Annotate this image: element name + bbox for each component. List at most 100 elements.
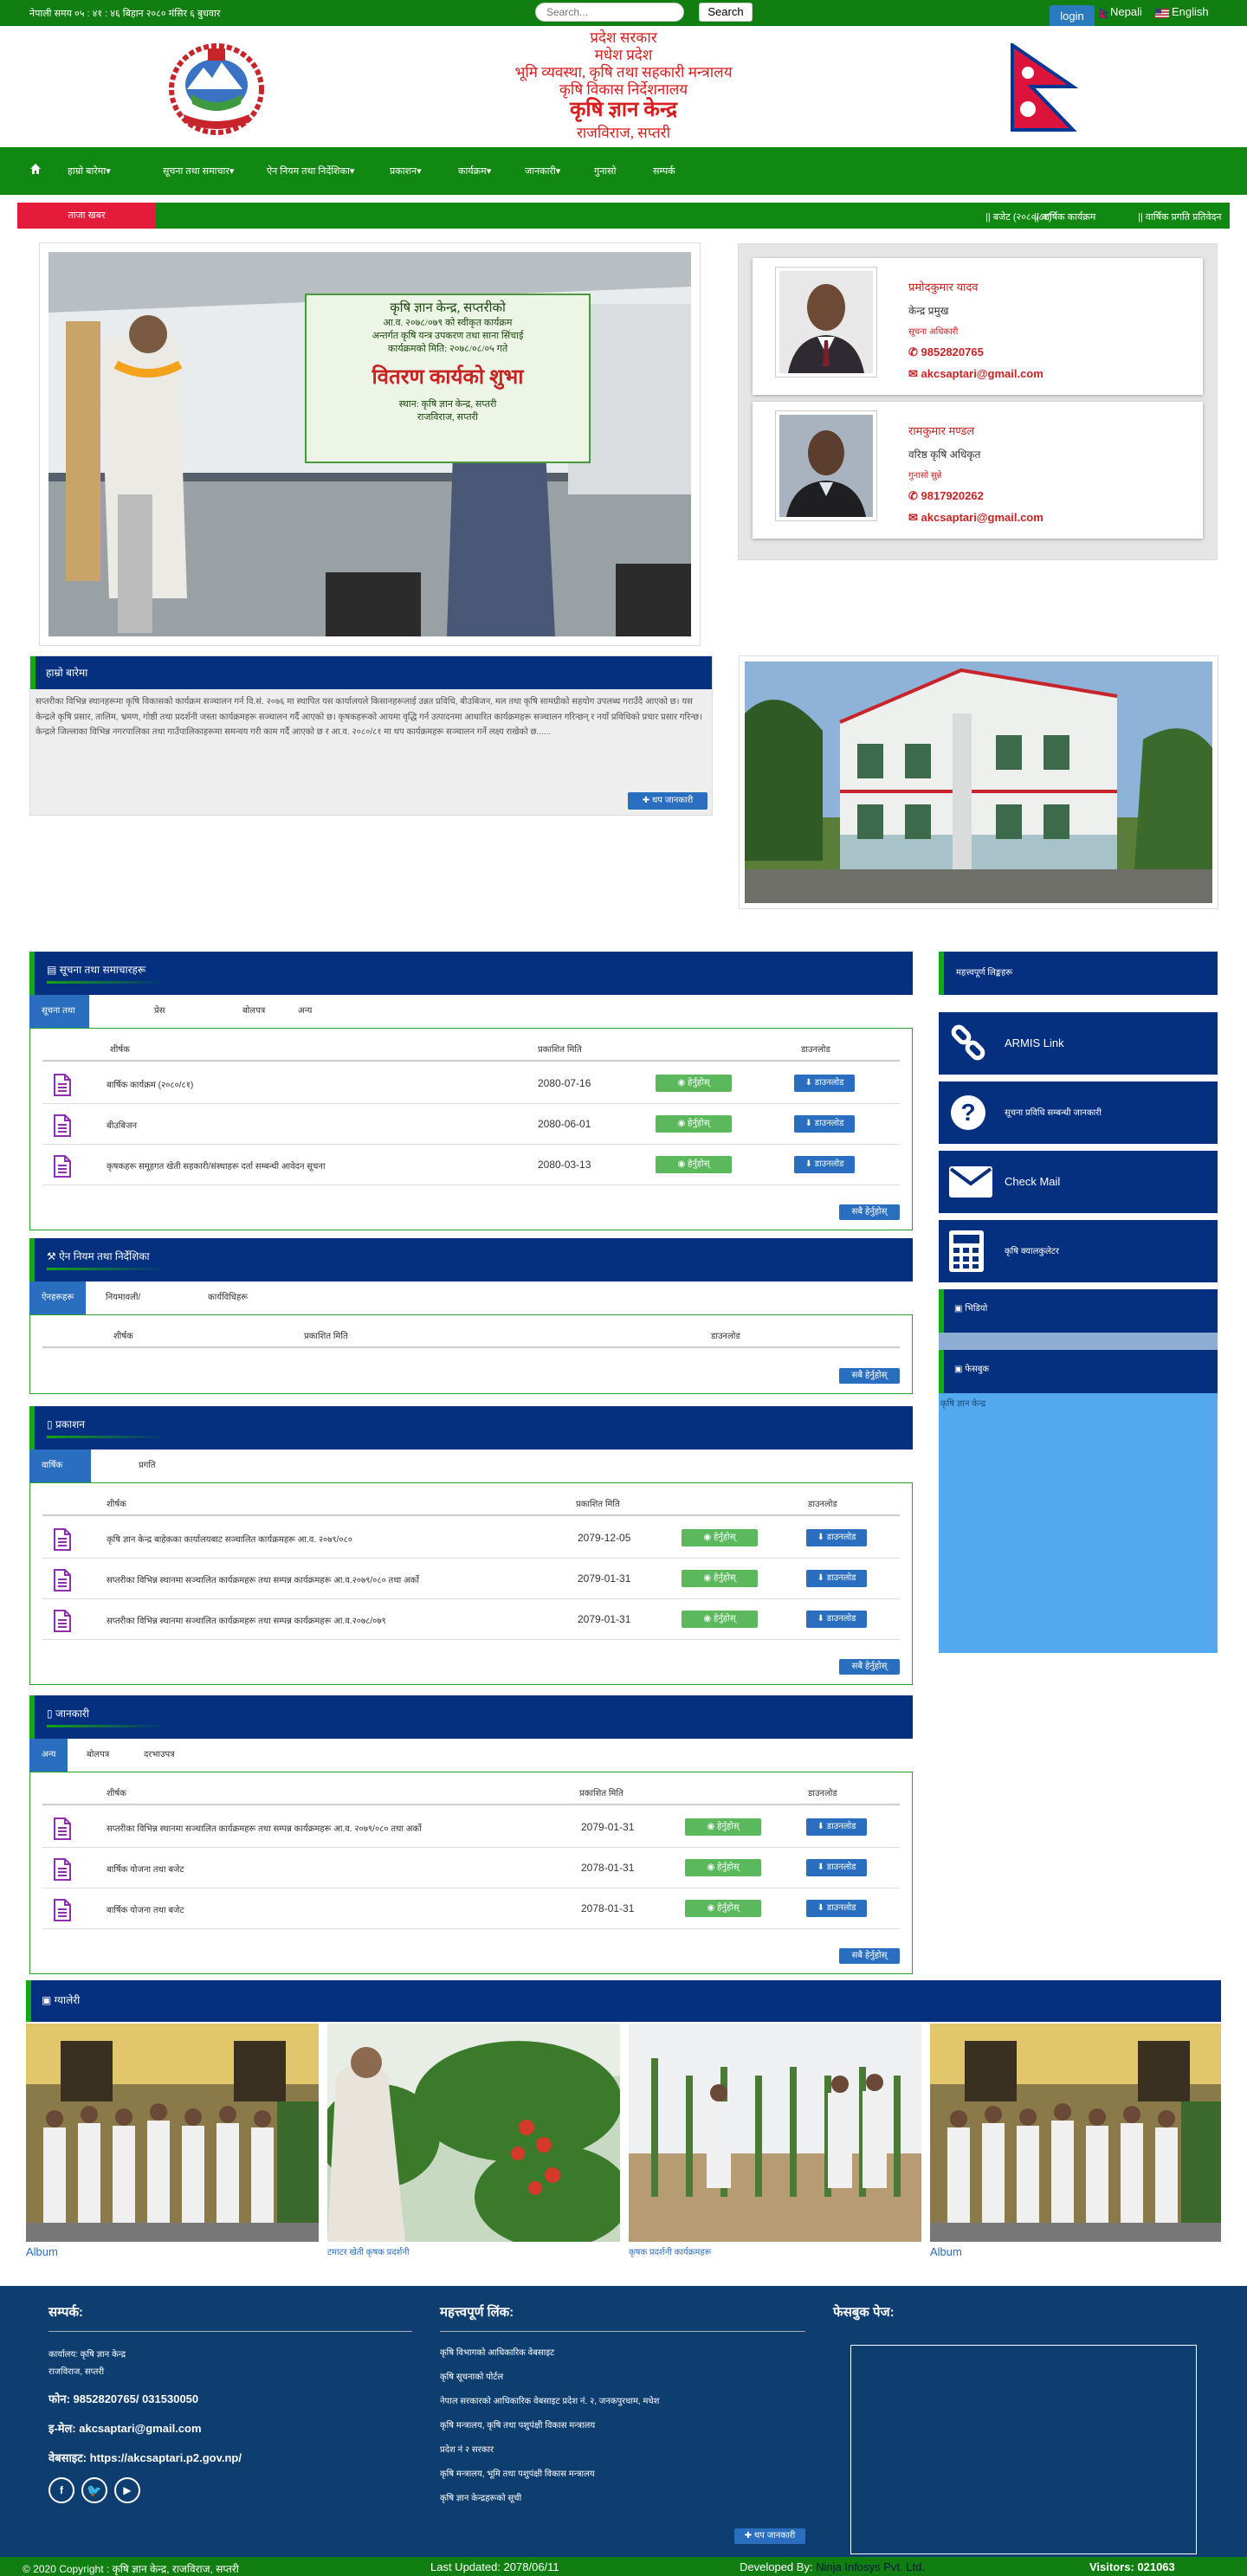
laws-panel: शीर्षक प्रकाशित मिति डाउनलोड सबै हेर्नुह… — [29, 1314, 913, 1394]
gallery-caption[interactable]: टमाटर खेती कृषक प्रदर्शनी — [327, 2245, 410, 2257]
footer-link[interactable]: प्रदेश नं २ सरकार — [440, 2443, 805, 2455]
publications-section-title: प्रकाशन — [55, 1418, 85, 1430]
tab-tender[interactable]: बोलपत्र — [230, 995, 277, 1028]
calculator-link[interactable]: कृषि क्यालकुलेटर — [939, 1220, 1218, 1282]
download-button[interactable]: ⬇ डाउनलोड — [806, 1529, 867, 1546]
nav-item-programs[interactable]: कार्यक्रम▾ — [458, 165, 491, 178]
gallery-photo[interactable] — [26, 2024, 319, 2242]
tab-annual-reports[interactable]: वार्षिक प्रतिवेदनहरू — [29, 1449, 92, 1503]
twitter-icon[interactable]: 🐦 — [81, 2477, 107, 2503]
footer-link[interactable]: कृषि मन्त्रालय, भूमि तथा पशुपंक्षी विकास… — [440, 2467, 805, 2479]
view-button[interactable]: ◉ हेर्नुहोस् — [685, 1818, 761, 1836]
row-title[interactable]: बार्षिक योजना तथा बजेट — [107, 1903, 184, 1915]
footer-website[interactable]: वेबसाइट: https://akcsaptari.p2.gov.np/ — [48, 2450, 412, 2465]
tab-acts[interactable]: ऐनहरूहरू — [29, 1282, 87, 1314]
row-date: 2079-01-31 — [578, 1613, 631, 1625]
main-nav: हाम्रो बारेमा▾ सूचना तथा समाचार▾ ऐन नियम… — [0, 147, 1247, 195]
nav-item-info[interactable]: जानकारी▾ — [525, 165, 560, 178]
view-button[interactable]: ◉ हेर्नुहोस् — [656, 1115, 732, 1133]
facebook-embed[interactable] — [850, 2345, 1197, 2554]
facebook-page-text[interactable]: कृषि ज्ञान केन्द्र — [940, 1397, 985, 1409]
row-title[interactable]: कृषि ज्ञान केन्द्र बाहेकका कार्यालयबाट स… — [107, 1533, 352, 1545]
nav-item-publications[interactable]: प्रकाशन▾ — [390, 165, 422, 178]
download-button[interactable]: ⬇ डाउनलोड — [806, 1859, 867, 1876]
info-view-all-button[interactable]: सबै हेर्नुहोस् — [839, 1948, 900, 1964]
armis-link[interactable]: ARMIS Link — [939, 1012, 1218, 1075]
view-button[interactable]: ◉ हेर्नुहोस् — [682, 1570, 758, 1587]
nav-item-news[interactable]: सूचना तथा समाचार▾ — [163, 165, 234, 178]
tab-other[interactable]: अन्य — [29, 1739, 68, 1772]
footer-email[interactable]: इ-मेल: akcsaptari@gmail.com — [48, 2420, 412, 2436]
gallery-photo[interactable] — [930, 2024, 1221, 2242]
download-button[interactable]: ⬇ डाउनलोड — [806, 1570, 867, 1587]
search-input[interactable] — [535, 3, 684, 22]
lang-nepali-link[interactable]: Nepali — [1099, 5, 1142, 19]
lang-english-link[interactable]: English — [1155, 5, 1209, 19]
publications-view-all-button[interactable]: सबै हेर्नुहोस् — [839, 1659, 900, 1675]
tab-news[interactable]: सूचना तथा समाचारहरू — [29, 995, 90, 1049]
tab-progress-reports[interactable]: प्रगति विवरण तथा प्रतिवेदन — [126, 1449, 177, 1569]
staff-card: प्रमोदकुमार यादव केन्द्र प्रमुख सूचना अध… — [753, 258, 1203, 395]
row-title[interactable]: कृषकहरू समूहगत खेती सहकारी/संस्थाहरू दर्… — [107, 1159, 326, 1172]
view-button[interactable]: ◉ हेर्नुहोस् — [682, 1529, 758, 1546]
view-button[interactable]: ◉ हेर्नुहोस् — [685, 1859, 761, 1876]
nav-item-laws[interactable]: ऐन नियम तथा निर्देशिका▾ — [267, 165, 354, 178]
download-button[interactable]: ⬇ डाउनलोड — [806, 1611, 867, 1628]
nav-item-contact[interactable]: सम्पर्क — [653, 165, 675, 178]
staff-phone[interactable]: ✆ 9852820765 — [908, 345, 984, 359]
nav-item-grievance[interactable]: गुनासो — [594, 165, 616, 178]
footer-link[interactable]: कृषि ज्ञान केन्द्रहरूको सूची — [440, 2491, 805, 2503]
staff-email[interactable]: ✉ akcsaptari@gmail.com — [908, 511, 1043, 525]
tab-regulations[interactable]: नियमावली/निर्देशिका — [94, 1282, 152, 1335]
facebook-icon[interactable]: f — [48, 2477, 74, 2503]
heading-underline — [47, 1268, 168, 1270]
staff-phone[interactable]: ✆ 9817920262 — [908, 489, 984, 503]
footer-more-button[interactable]: ✚ थप जानकारी — [734, 2528, 805, 2544]
check-mail-link[interactable]: Check Mail — [939, 1151, 1218, 1213]
row-title[interactable]: सप्तरीका विभिन्न स्थानमा सञ्चालित कार्यक… — [107, 1614, 386, 1626]
row-date: 2080-06-01 — [538, 1118, 591, 1130]
download-button[interactable]: ⬇ डाउनलोड — [794, 1115, 855, 1133]
row-title[interactable]: बार्षिक कार्यक्रम (२०८०/८१) — [107, 1078, 193, 1090]
tab-press[interactable]: प्रेस विज्ञप्ति — [142, 995, 189, 1049]
view-button[interactable]: ◉ हेर्नुहोस् — [682, 1611, 758, 1628]
gallery-caption[interactable]: Album — [930, 2245, 962, 2258]
gallery-photo[interactable] — [319, 2024, 630, 2249]
download-button[interactable]: ⬇ डाउनलोड — [806, 1900, 867, 1917]
footer-link[interactable]: कृषि मन्त्रालय, कृषि तथा पशुपंक्षी विकास… — [440, 2418, 805, 2431]
home-icon[interactable] — [29, 163, 42, 175]
footer-link[interactable]: कृषि विभागको आधिकारिक वेबसाइट — [440, 2346, 805, 2358]
login-button[interactable]: login — [1050, 5, 1095, 26]
tab-quotation[interactable]: दरभाउपत्र — [132, 1739, 187, 1772]
ticker-item[interactable]: || बार्षिक कार्यक्रम — [1034, 210, 1095, 223]
youtube-icon[interactable]: ▶ — [114, 2477, 140, 2503]
row-title[interactable]: बार्षिक योजना तथा बजेट — [107, 1863, 184, 1875]
footer-link[interactable]: नेपाल सरकारको आधिकारिक वेबसाइट प्रदेश नं… — [440, 2394, 805, 2406]
search-button[interactable]: Search — [699, 3, 753, 22]
staff-email[interactable]: ✉ akcsaptari@gmail.com — [908, 367, 1043, 381]
nav-item-about[interactable]: हाम्रो बारेमा▾ — [68, 165, 111, 178]
image-slider[interactable]: कृषि ज्ञान केन्द्र, सप्तरीको आ.व. २०७८/०… — [39, 242, 701, 646]
download-button[interactable]: ⬇ डाउनलोड — [794, 1156, 855, 1173]
laws-view-all-button[interactable]: सबै हेर्नुहोस् — [839, 1368, 900, 1384]
view-button[interactable]: ◉ हेर्नुहोस् — [685, 1900, 761, 1917]
row-title[interactable]: सप्तरीका विभिन्न स्थानमा सञ्चालित कार्यक… — [107, 1822, 422, 1834]
ticker-item[interactable]: || वार्षिक प्रगति प्रतिवेदन — [1138, 210, 1222, 223]
download-button[interactable]: ⬇ डाउनलोड — [806, 1818, 867, 1836]
view-button[interactable]: ◉ हेर्नुहोस् — [656, 1075, 732, 1092]
tab-procedures[interactable]: कार्यविधिहरू — [196, 1282, 260, 1314]
tab-other[interactable]: अन्य — [286, 995, 324, 1028]
developer-link[interactable]: Ninja Infosys Pvt. Ltd. — [816, 2560, 925, 2573]
gallery-caption[interactable]: कृषक प्रदर्शनी कार्यक्रमहरू — [629, 2245, 711, 2257]
row-title[interactable]: बीउबिजन — [107, 1119, 137, 1131]
tab-tender[interactable]: बोलपत्र — [74, 1739, 121, 1772]
about-more-button[interactable]: ✚ थप जानकारी — [628, 792, 707, 810]
news-view-all-button[interactable]: सबै हेर्नुहोस् — [839, 1204, 900, 1220]
gallery-photo[interactable] — [629, 2024, 921, 2242]
footer-link[interactable]: कृषि सूचनाको पोर्टल — [440, 2370, 805, 2382]
row-title[interactable]: सप्तरीका विभिन्न स्थानमा सञ्चालित कार्यक… — [107, 1573, 419, 1585]
it-info-link[interactable]: ? सूचना प्रविधि सम्बन्धी जानकारी — [939, 1081, 1218, 1144]
view-button[interactable]: ◉ हेर्नुहोस् — [656, 1156, 732, 1173]
gallery-caption[interactable]: Album — [26, 2245, 58, 2258]
download-button[interactable]: ⬇ डाउनलोड — [794, 1075, 855, 1092]
